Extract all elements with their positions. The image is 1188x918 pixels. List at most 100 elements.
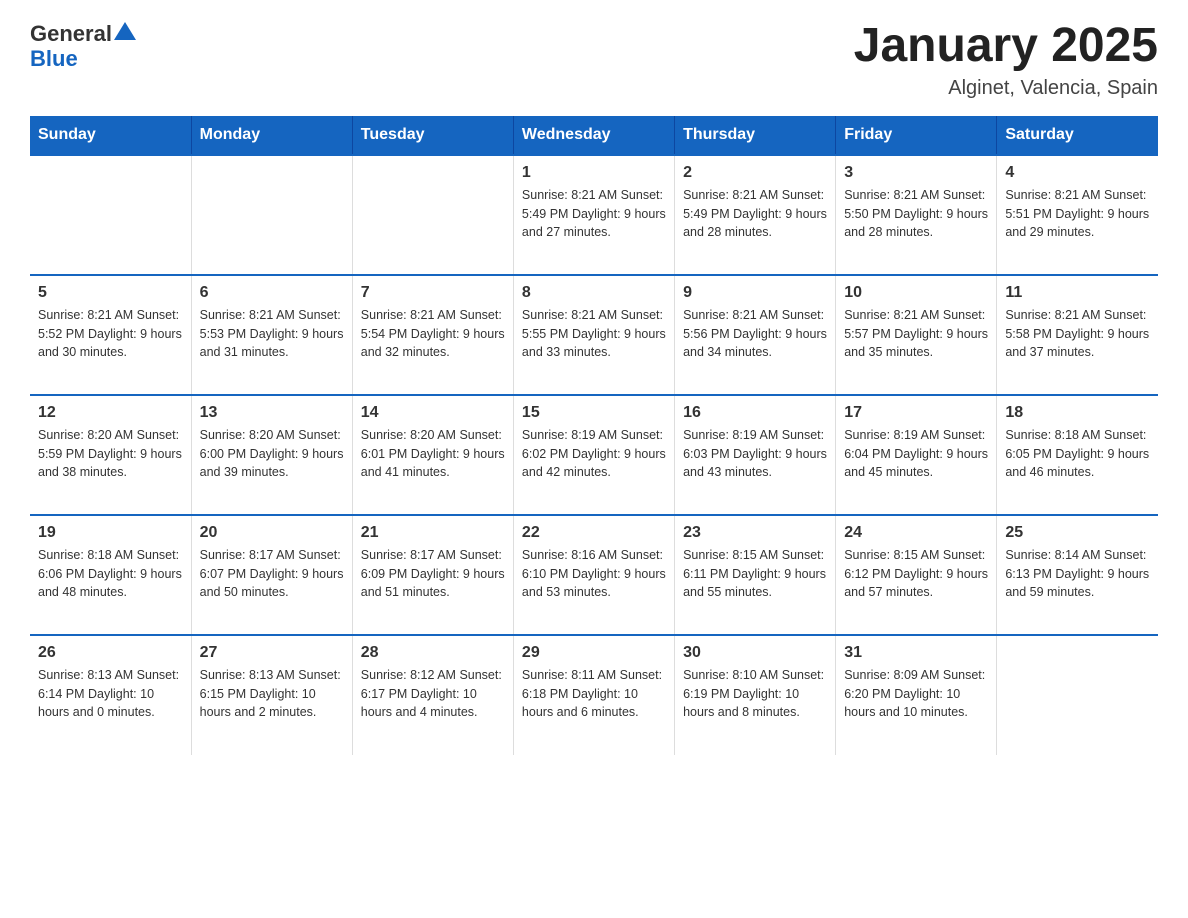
logo: General Blue xyxy=(30,20,136,70)
day-number: 28 xyxy=(361,644,505,662)
day-number: 25 xyxy=(1005,524,1150,542)
day-info: Sunrise: 8:19 AM Sunset: 6:02 PM Dayligh… xyxy=(522,426,666,482)
day-number: 20 xyxy=(200,524,344,542)
day-info: Sunrise: 8:15 AM Sunset: 6:12 PM Dayligh… xyxy=(844,546,988,602)
day-info: Sunrise: 8:21 AM Sunset: 5:53 PM Dayligh… xyxy=(200,306,344,362)
day-info: Sunrise: 8:09 AM Sunset: 6:20 PM Dayligh… xyxy=(844,666,988,722)
weekday-header-sunday: Sunday xyxy=(30,116,191,155)
calendar-cell: 31 Sunrise: 8:09 AM Sunset: 6:20 PM Dayli… xyxy=(836,635,997,755)
calendar-cell: 26Sunrise: 8:13 AM Sunset: 6:14 PM Dayli… xyxy=(30,635,191,755)
day-number: 18 xyxy=(1005,404,1150,422)
day-info: Sunrise: 8:21 AM Sunset: 5:56 PM Dayligh… xyxy=(683,306,827,362)
weekday-header-saturday: Saturday xyxy=(997,116,1158,155)
day-number: 9 xyxy=(683,284,827,302)
calendar-cell: 12 Sunrise: 8:20 AM Sunset: 5:59 PM Dayli… xyxy=(30,395,191,515)
calendar-week-row: 12 Sunrise: 8:20 AM Sunset: 5:59 PM Dayli… xyxy=(30,395,1158,515)
calendar-cell: 23 Sunrise: 8:15 AM Sunset: 6:11 PM Dayli… xyxy=(675,515,836,635)
day-info: Sunrise: 8:21 AM Sunset: 5:50 PM Dayligh… xyxy=(844,186,988,242)
calendar-cell: 5 Sunrise: 8:21 AM Sunset: 5:52 PM Daylig… xyxy=(30,275,191,395)
day-number: 16 xyxy=(683,404,827,422)
day-number: 19 xyxy=(38,524,183,542)
weekday-header-wednesday: Wednesday xyxy=(513,116,674,155)
day-info: Sunrise: 8:21 AM Sunset: 5:54 PM Dayligh… xyxy=(361,306,505,362)
day-number: 7 xyxy=(361,284,505,302)
calendar-cell: 2 Sunrise: 8:21 AM Sunset: 5:49 PM Daylig… xyxy=(675,155,836,275)
day-info: Sunrise: 8:20 AM Sunset: 6:01 PM Dayligh… xyxy=(361,426,505,482)
weekday-header-monday: Monday xyxy=(191,116,352,155)
calendar-header-row: SundayMondayTuesdayWednesdayThursdayFrid… xyxy=(30,116,1158,155)
day-number: 27 xyxy=(200,644,344,662)
day-number: 12 xyxy=(38,404,183,422)
calendar-cell: 11 Sunrise: 8:21 AM Sunset: 5:58 PM Dayli… xyxy=(997,275,1158,395)
calendar-cell: 22Sunrise: 8:16 AM Sunset: 6:10 PM Dayli… xyxy=(513,515,674,635)
day-number: 14 xyxy=(361,404,505,422)
day-number: 11 xyxy=(1005,284,1150,302)
calendar-cell xyxy=(30,155,191,275)
logo-triangle-icon xyxy=(114,20,136,42)
calendar-cell: 13 Sunrise: 8:20 AM Sunset: 6:00 PM Dayli… xyxy=(191,395,352,515)
calendar-cell: 7 Sunrise: 8:21 AM Sunset: 5:54 PM Daylig… xyxy=(352,275,513,395)
day-info: Sunrise: 8:14 AM Sunset: 6:13 PM Dayligh… xyxy=(1005,546,1150,602)
day-info: Sunrise: 8:21 AM Sunset: 5:49 PM Dayligh… xyxy=(522,186,666,242)
calendar-cell: 9 Sunrise: 8:21 AM Sunset: 5:56 PM Daylig… xyxy=(675,275,836,395)
day-info: Sunrise: 8:21 AM Sunset: 5:52 PM Dayligh… xyxy=(38,306,183,362)
calendar-week-row: 5 Sunrise: 8:21 AM Sunset: 5:52 PM Daylig… xyxy=(30,275,1158,395)
logo-blue-text: Blue xyxy=(30,46,78,71)
calendar-cell: 1 Sunrise: 8:21 AM Sunset: 5:49 PM Daylig… xyxy=(513,155,674,275)
day-info: Sunrise: 8:21 AM Sunset: 5:58 PM Dayligh… xyxy=(1005,306,1150,362)
day-info: Sunrise: 8:19 AM Sunset: 6:03 PM Dayligh… xyxy=(683,426,827,482)
day-number: 1 xyxy=(522,164,666,182)
day-number: 3 xyxy=(844,164,988,182)
day-number: 10 xyxy=(844,284,988,302)
day-number: 13 xyxy=(200,404,344,422)
weekday-header-friday: Friday xyxy=(836,116,997,155)
calendar-cell: 14 Sunrise: 8:20 AM Sunset: 6:01 PM Dayli… xyxy=(352,395,513,515)
page-header: General Blue January 2025 Alginet, Valen… xyxy=(30,20,1158,100)
day-number: 23 xyxy=(683,524,827,542)
calendar-week-row: 1 Sunrise: 8:21 AM Sunset: 5:49 PM Daylig… xyxy=(30,155,1158,275)
day-number: 29 xyxy=(522,644,666,662)
day-info: Sunrise: 8:21 AM Sunset: 5:57 PM Dayligh… xyxy=(844,306,988,362)
calendar-cell: 28 Sunrise: 8:12 AM Sunset: 6:17 PM Dayli… xyxy=(352,635,513,755)
weekday-header-thursday: Thursday xyxy=(675,116,836,155)
calendar-cell: 16 Sunrise: 8:19 AM Sunset: 6:03 PM Dayli… xyxy=(675,395,836,515)
day-info: Sunrise: 8:13 AM Sunset: 6:14 PM Dayligh… xyxy=(38,666,183,722)
weekday-header-tuesday: Tuesday xyxy=(352,116,513,155)
day-info: Sunrise: 8:13 AM Sunset: 6:15 PM Dayligh… xyxy=(200,666,344,722)
day-number: 31 xyxy=(844,644,988,662)
calendar-week-row: 26Sunrise: 8:13 AM Sunset: 6:14 PM Dayli… xyxy=(30,635,1158,755)
calendar-cell: 20Sunrise: 8:17 AM Sunset: 6:07 PM Dayli… xyxy=(191,515,352,635)
day-info: Sunrise: 8:21 AM Sunset: 5:51 PM Dayligh… xyxy=(1005,186,1150,242)
day-info: Sunrise: 8:21 AM Sunset: 5:49 PM Dayligh… xyxy=(683,186,827,242)
day-number: 4 xyxy=(1005,164,1150,182)
day-number: 17 xyxy=(844,404,988,422)
day-info: Sunrise: 8:19 AM Sunset: 6:04 PM Dayligh… xyxy=(844,426,988,482)
day-info: Sunrise: 8:20 AM Sunset: 5:59 PM Dayligh… xyxy=(38,426,183,482)
day-number: 22 xyxy=(522,524,666,542)
calendar-cell: 24Sunrise: 8:15 AM Sunset: 6:12 PM Dayli… xyxy=(836,515,997,635)
calendar-cell xyxy=(997,635,1158,755)
calendar-cell: 17 Sunrise: 8:19 AM Sunset: 6:04 PM Dayli… xyxy=(836,395,997,515)
day-info: Sunrise: 8:11 AM Sunset: 6:18 PM Dayligh… xyxy=(522,666,666,722)
day-info: Sunrise: 8:15 AM Sunset: 6:11 PM Dayligh… xyxy=(683,546,827,602)
day-number: 2 xyxy=(683,164,827,182)
calendar-cell: 8Sunrise: 8:21 AM Sunset: 5:55 PM Daylig… xyxy=(513,275,674,395)
calendar-cell: 15 Sunrise: 8:19 AM Sunset: 6:02 PM Dayli… xyxy=(513,395,674,515)
calendar-cell: 10 Sunrise: 8:21 AM Sunset: 5:57 PM Dayli… xyxy=(836,275,997,395)
calendar-title: January 2025 xyxy=(854,20,1158,73)
day-number: 30 xyxy=(683,644,827,662)
day-number: 15 xyxy=(522,404,666,422)
calendar-cell: 30Sunrise: 8:10 AM Sunset: 6:19 PM Dayli… xyxy=(675,635,836,755)
day-info: Sunrise: 8:12 AM Sunset: 6:17 PM Dayligh… xyxy=(361,666,505,722)
calendar-cell xyxy=(352,155,513,275)
calendar-cell: 29 Sunrise: 8:11 AM Sunset: 6:18 PM Dayli… xyxy=(513,635,674,755)
calendar-cell: 6 Sunrise: 8:21 AM Sunset: 5:53 PM Daylig… xyxy=(191,275,352,395)
day-number: 8 xyxy=(522,284,666,302)
calendar-subtitle: Alginet, Valencia, Spain xyxy=(854,77,1158,100)
calendar-cell: 3 Sunrise: 8:21 AM Sunset: 5:50 PM Daylig… xyxy=(836,155,997,275)
calendar-cell: 18Sunrise: 8:18 AM Sunset: 6:05 PM Dayli… xyxy=(997,395,1158,515)
day-info: Sunrise: 8:20 AM Sunset: 6:00 PM Dayligh… xyxy=(200,426,344,482)
day-number: 6 xyxy=(200,284,344,302)
day-number: 5 xyxy=(38,284,183,302)
logo-general-text: General xyxy=(30,21,112,47)
